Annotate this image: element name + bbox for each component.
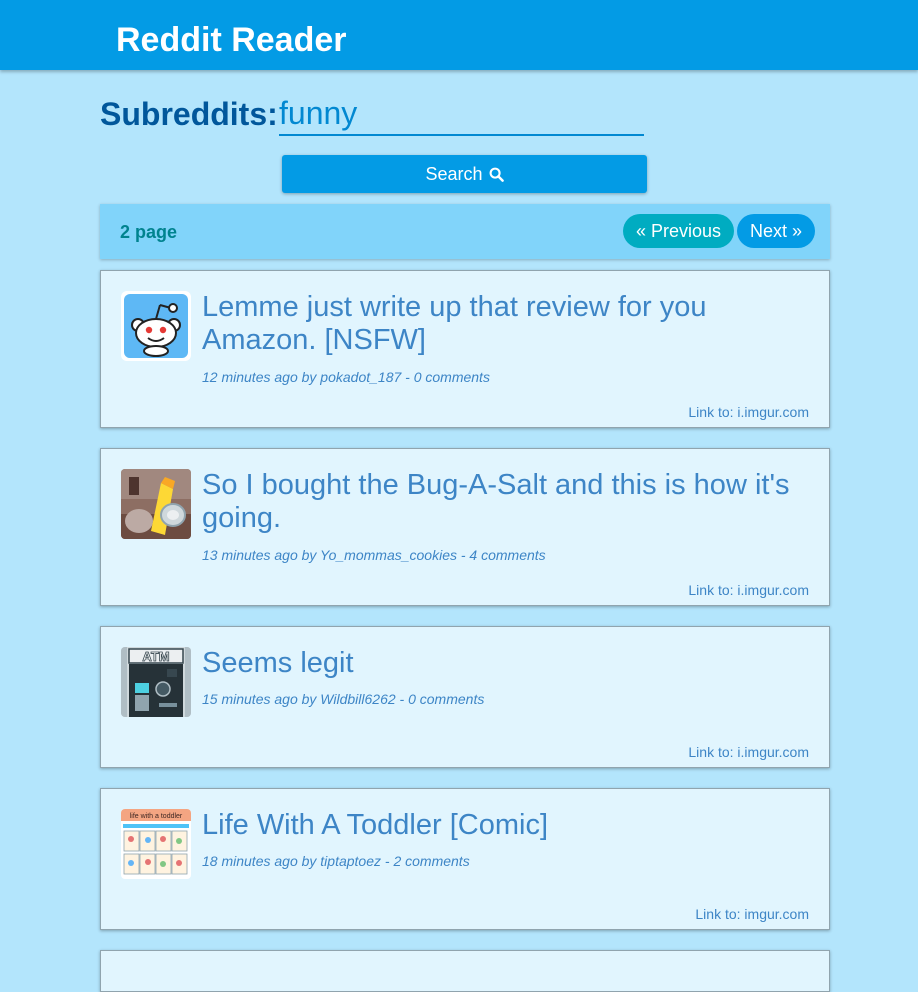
search-button-label: Search xyxy=(425,163,483,184)
post-source-line: Link to: i.imgur.com xyxy=(688,582,809,598)
post-source-line: Link to: i.imgur.com xyxy=(688,404,809,420)
next-page-button[interactable]: Next » xyxy=(737,214,815,248)
post-card xyxy=(100,950,830,992)
post-card: So I bought the Bug-A-Salt and this is h… xyxy=(100,448,830,606)
subreddits-label: Subreddits: xyxy=(100,96,278,132)
post-meta: 13 minutes ago by Yo_mommas_cookies - 4 … xyxy=(202,547,546,563)
reddit-alien-icon[interactable] xyxy=(121,291,191,361)
source-domain-link[interactable]: imgur.com xyxy=(744,906,809,922)
pagination-bar: 2 page « Previous Next » xyxy=(100,204,830,259)
source-domain-link[interactable]: i.imgur.com xyxy=(737,582,809,598)
post-meta: 15 minutes ago by Wildbill6262 - 0 comme… xyxy=(202,691,485,707)
link-prefix: Link to: xyxy=(695,906,741,922)
post-card: life with a toddler Life With A Toddler … xyxy=(100,788,830,930)
app-title: Reddit Reader xyxy=(116,21,347,59)
page-indicator: 2 page xyxy=(120,222,178,242)
comic-title-text: life with a toddler xyxy=(130,813,183,820)
search-icon xyxy=(489,167,504,182)
source-domain-link[interactable]: i.imgur.com xyxy=(737,404,809,420)
top-app-bar: Reddit Reader xyxy=(0,0,918,70)
post-source-line: Link to: imgur.com xyxy=(695,906,809,922)
post-meta: 18 minutes ago by tiptaptoez - 2 comment… xyxy=(202,853,470,869)
search-button[interactable]: Search xyxy=(282,155,647,193)
bug-a-salt-photo[interactable] xyxy=(121,469,191,539)
previous-page-button[interactable]: « Previous xyxy=(623,214,734,248)
post-title-link[interactable]: Lemme just write up that review for you … xyxy=(202,291,802,357)
link-prefix: Link to: xyxy=(688,582,734,598)
atm-photo[interactable]: ATM xyxy=(121,647,191,717)
subreddit-input[interactable] xyxy=(279,92,644,136)
atm-sign-text: ATM xyxy=(142,649,169,664)
link-prefix: Link to: xyxy=(688,404,734,420)
link-prefix: Link to: xyxy=(688,744,734,760)
post-source-line: Link to: i.imgur.com xyxy=(688,744,809,760)
post-card: ATM Seems legit 15 minutes ago by Wildbi… xyxy=(100,626,830,768)
source-domain-link[interactable]: i.imgur.com xyxy=(737,744,809,760)
post-title-link[interactable]: So I bought the Bug-A-Salt and this is h… xyxy=(202,469,802,535)
post-card: Lemme just write up that review for you … xyxy=(100,270,830,428)
post-meta: 12 minutes ago by pokadot_187 - 0 commen… xyxy=(202,369,490,385)
post-title-link[interactable]: Seems legit xyxy=(202,647,802,680)
post-title-link[interactable]: Life With A Toddler [Comic] xyxy=(202,809,802,842)
comic-thumbnail[interactable]: life with a toddler xyxy=(121,809,191,879)
